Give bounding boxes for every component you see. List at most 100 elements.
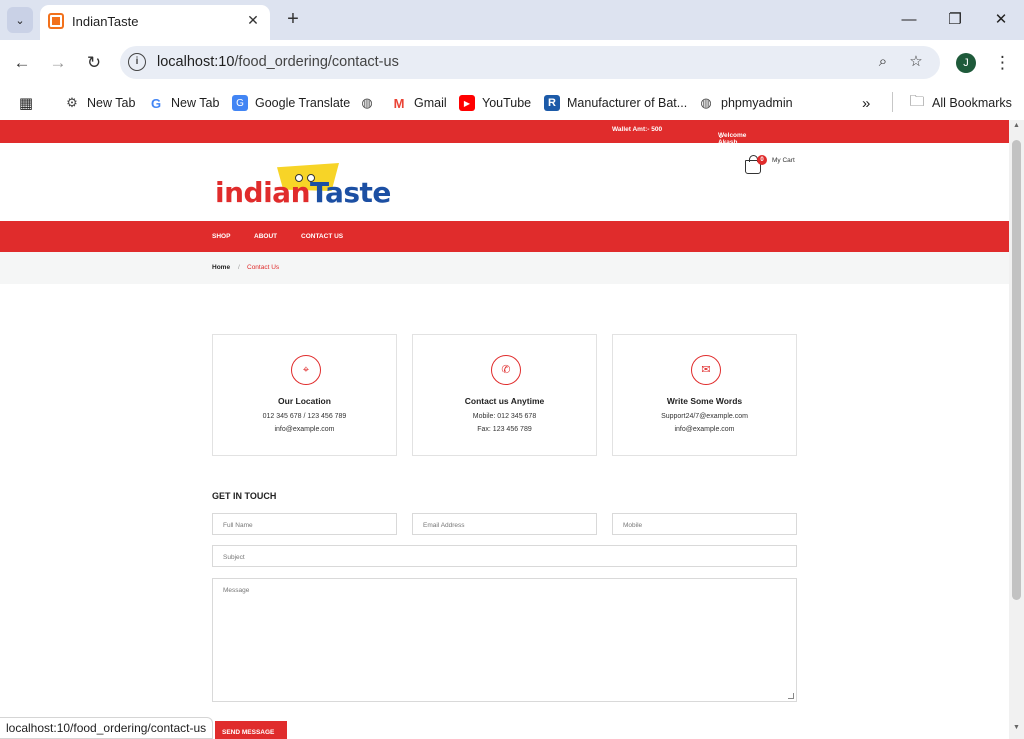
bookmark-label: Manufacturer of Bat... [567,96,688,110]
bookmark-new-tab-1[interactable]: ⚙ New Tab [64,92,135,114]
site-logo[interactable]: indianTaste [215,160,391,209]
message-textarea[interactable]: Message [212,578,797,702]
bookmark-label: New Tab [171,96,220,110]
card-line: info@example.com [674,426,735,433]
all-bookmarks-button[interactable]: 🗀 All Bookmarks [909,92,1012,114]
profile-avatar[interactable]: J [956,53,976,73]
zoom-icon[interactable]: ⌕ [873,52,893,72]
back-arrow-icon[interactable]: ← [10,51,34,75]
youtube-icon: ▶ [459,95,475,111]
bookmark-label: Gmail [414,96,447,110]
status-bar-url: localhost:10/food_ordering/contact-us [0,717,214,739]
all-bookmarks-label: All Bookmarks [932,96,1012,110]
new-tab-button[interactable]: + [282,8,304,30]
browser-tab-strip: ⌄ IndianTaste ✕ + — ❐ ✕ [0,0,1024,40]
address-bar[interactable]: i localhost:10/food_ordering/contact-us … [120,46,940,79]
bookmark-label: Google Translate [255,96,351,110]
page-scrollbar[interactable]: ▲ ▼ [1009,120,1024,739]
url-path: /food_ordering/contact-us [234,54,399,70]
phone-icon: ✆ [491,355,521,385]
globe-icon: ◍ [700,95,712,110]
subject-field[interactable]: Subject [212,545,797,567]
card-line: Mobile: 012 345 678 [472,413,537,420]
browser-toolbar: ← → ↻ i localhost:10/food_ordering/conta… [0,40,1024,86]
nav-shop[interactable]: SHOP [212,233,230,240]
site-info-icon[interactable]: i [128,53,146,71]
bookmark-youtube[interactable]: ▶ YouTube [459,92,531,114]
main-navigation: SHOP ABOUT CONTACT US [0,221,1009,252]
google-icon: G [150,95,162,111]
mobile-field[interactable]: Mobile [612,513,797,535]
breadcrumb: Home / Contact Us [0,252,1009,284]
bookmark-star-icon[interactable]: ☆ [906,52,926,72]
card-line: info@example.com [274,426,335,433]
cart-label: My Cart [772,157,795,164]
globe-icon: ◍ [361,95,373,110]
bookmark-phpmyadmin[interactable]: ◍ phpmyadmin [698,92,793,114]
url-host: localhost:10 [157,54,235,70]
bookmark-gmail[interactable]: M Gmail [391,92,447,114]
chevron-down-icon: ⌄ [718,133,724,140]
bookmarks-bar: ▦ ⚙ New Tab G New Tab G Google Translate ◍ … [0,86,1024,120]
map-pin-icon: ⌖ [291,355,321,385]
bookmark-label: New Tab [87,96,136,110]
forward-arrow-icon[interactable]: → [46,51,70,75]
bookmark-label: YouTube [482,96,532,110]
logo-text-indian: indian [215,176,311,209]
get-in-touch-heading: GET IN TOUCH [212,491,277,501]
minimize-icon[interactable]: — [897,8,921,32]
breadcrumb-current: Contact Us [247,264,280,271]
scrollbar-thumb[interactable] [1012,140,1021,600]
message-placeholder: Message [223,587,250,594]
bookmarks-separator [892,92,893,112]
scroll-up-icon[interactable]: ▲ [1012,122,1021,129]
breadcrumb-separator: / [238,264,240,271]
card-title: Our Location [278,396,331,406]
breadcrumb-home[interactable]: Home [212,264,230,271]
nav-contact-us[interactable]: CONTACT US [301,233,343,240]
resize-grip-icon[interactable] [788,693,794,699]
browser-tab-active[interactable]: IndianTaste ✕ [40,5,270,40]
card-line: Fax: 123 456 789 [477,426,532,433]
contact-card-phone: ✆ Contact us Anytime Mobile: 012 345 678… [412,334,597,456]
browser-menu-icon[interactable]: ⋮ [994,52,1011,74]
gmail-icon: M [393,95,405,111]
reload-icon[interactable]: ↻ [82,51,106,75]
folder-icon: 🗀 [909,92,925,110]
contact-card-email: ✉ Write Some Words Support24/7@example.c… [612,334,797,456]
send-message-button[interactable]: SEND MESSAGE [215,721,287,739]
scroll-down-icon[interactable]: ▼ [1012,724,1021,731]
full-name-field[interactable]: Full Name [212,513,397,535]
envelope-icon: ✉ [691,355,721,385]
cart-count-badge: 0 [757,155,767,165]
xampp-favicon-icon [48,13,64,29]
gear-icon: ⚙ [66,95,78,110]
tab-title: IndianTaste [72,14,139,29]
web-page: Wallet Amt:- 500 Welcome Akash joshi ⌄ i… [0,120,1009,739]
card-title: Contact us Anytime [464,396,545,406]
bookmark-label: phpmyadmin [721,96,793,110]
bookmark-manufacturer[interactable]: R Manufacturer of Bat... [544,92,687,114]
bookmark-globe[interactable]: ◍ [359,92,382,114]
url-text[interactable]: localhost:10/food_ordering/contact-us [157,54,399,70]
card-title: Write Some Words [666,396,743,406]
translate-icon: G [232,95,248,111]
contact-card-location: ⌖ Our Location 012 345 678 / 123 456 789… [212,334,397,456]
logo-text: indianTaste [215,176,391,209]
restore-icon[interactable]: ❐ [943,8,967,32]
more-bookmarks-icon[interactable]: » [862,92,870,114]
card-line: Support24/7@example.com [661,413,748,420]
logo-text-taste: Taste [310,176,391,209]
tab-search-icon[interactable]: ⌄ [7,7,33,33]
card-line: 012 345 678 / 123 456 789 [262,413,347,420]
tab-close-icon[interactable]: ✕ [244,11,262,29]
r-icon: R [544,95,560,111]
window-close-icon[interactable]: ✕ [989,8,1013,32]
site-topbar: Wallet Amt:- 500 Welcome Akash joshi ⌄ [0,120,1009,153]
nav-about[interactable]: ABOUT [254,233,277,240]
bookmark-new-tab-2[interactable]: G New Tab [148,92,219,114]
bookmark-google-translate[interactable]: G Google Translate [232,92,350,114]
email-field[interactable]: Email Address [412,513,597,535]
wallet-amount: Wallet Amt:- 500 [612,126,663,133]
apps-grid-icon[interactable]: ▦ [18,92,41,114]
